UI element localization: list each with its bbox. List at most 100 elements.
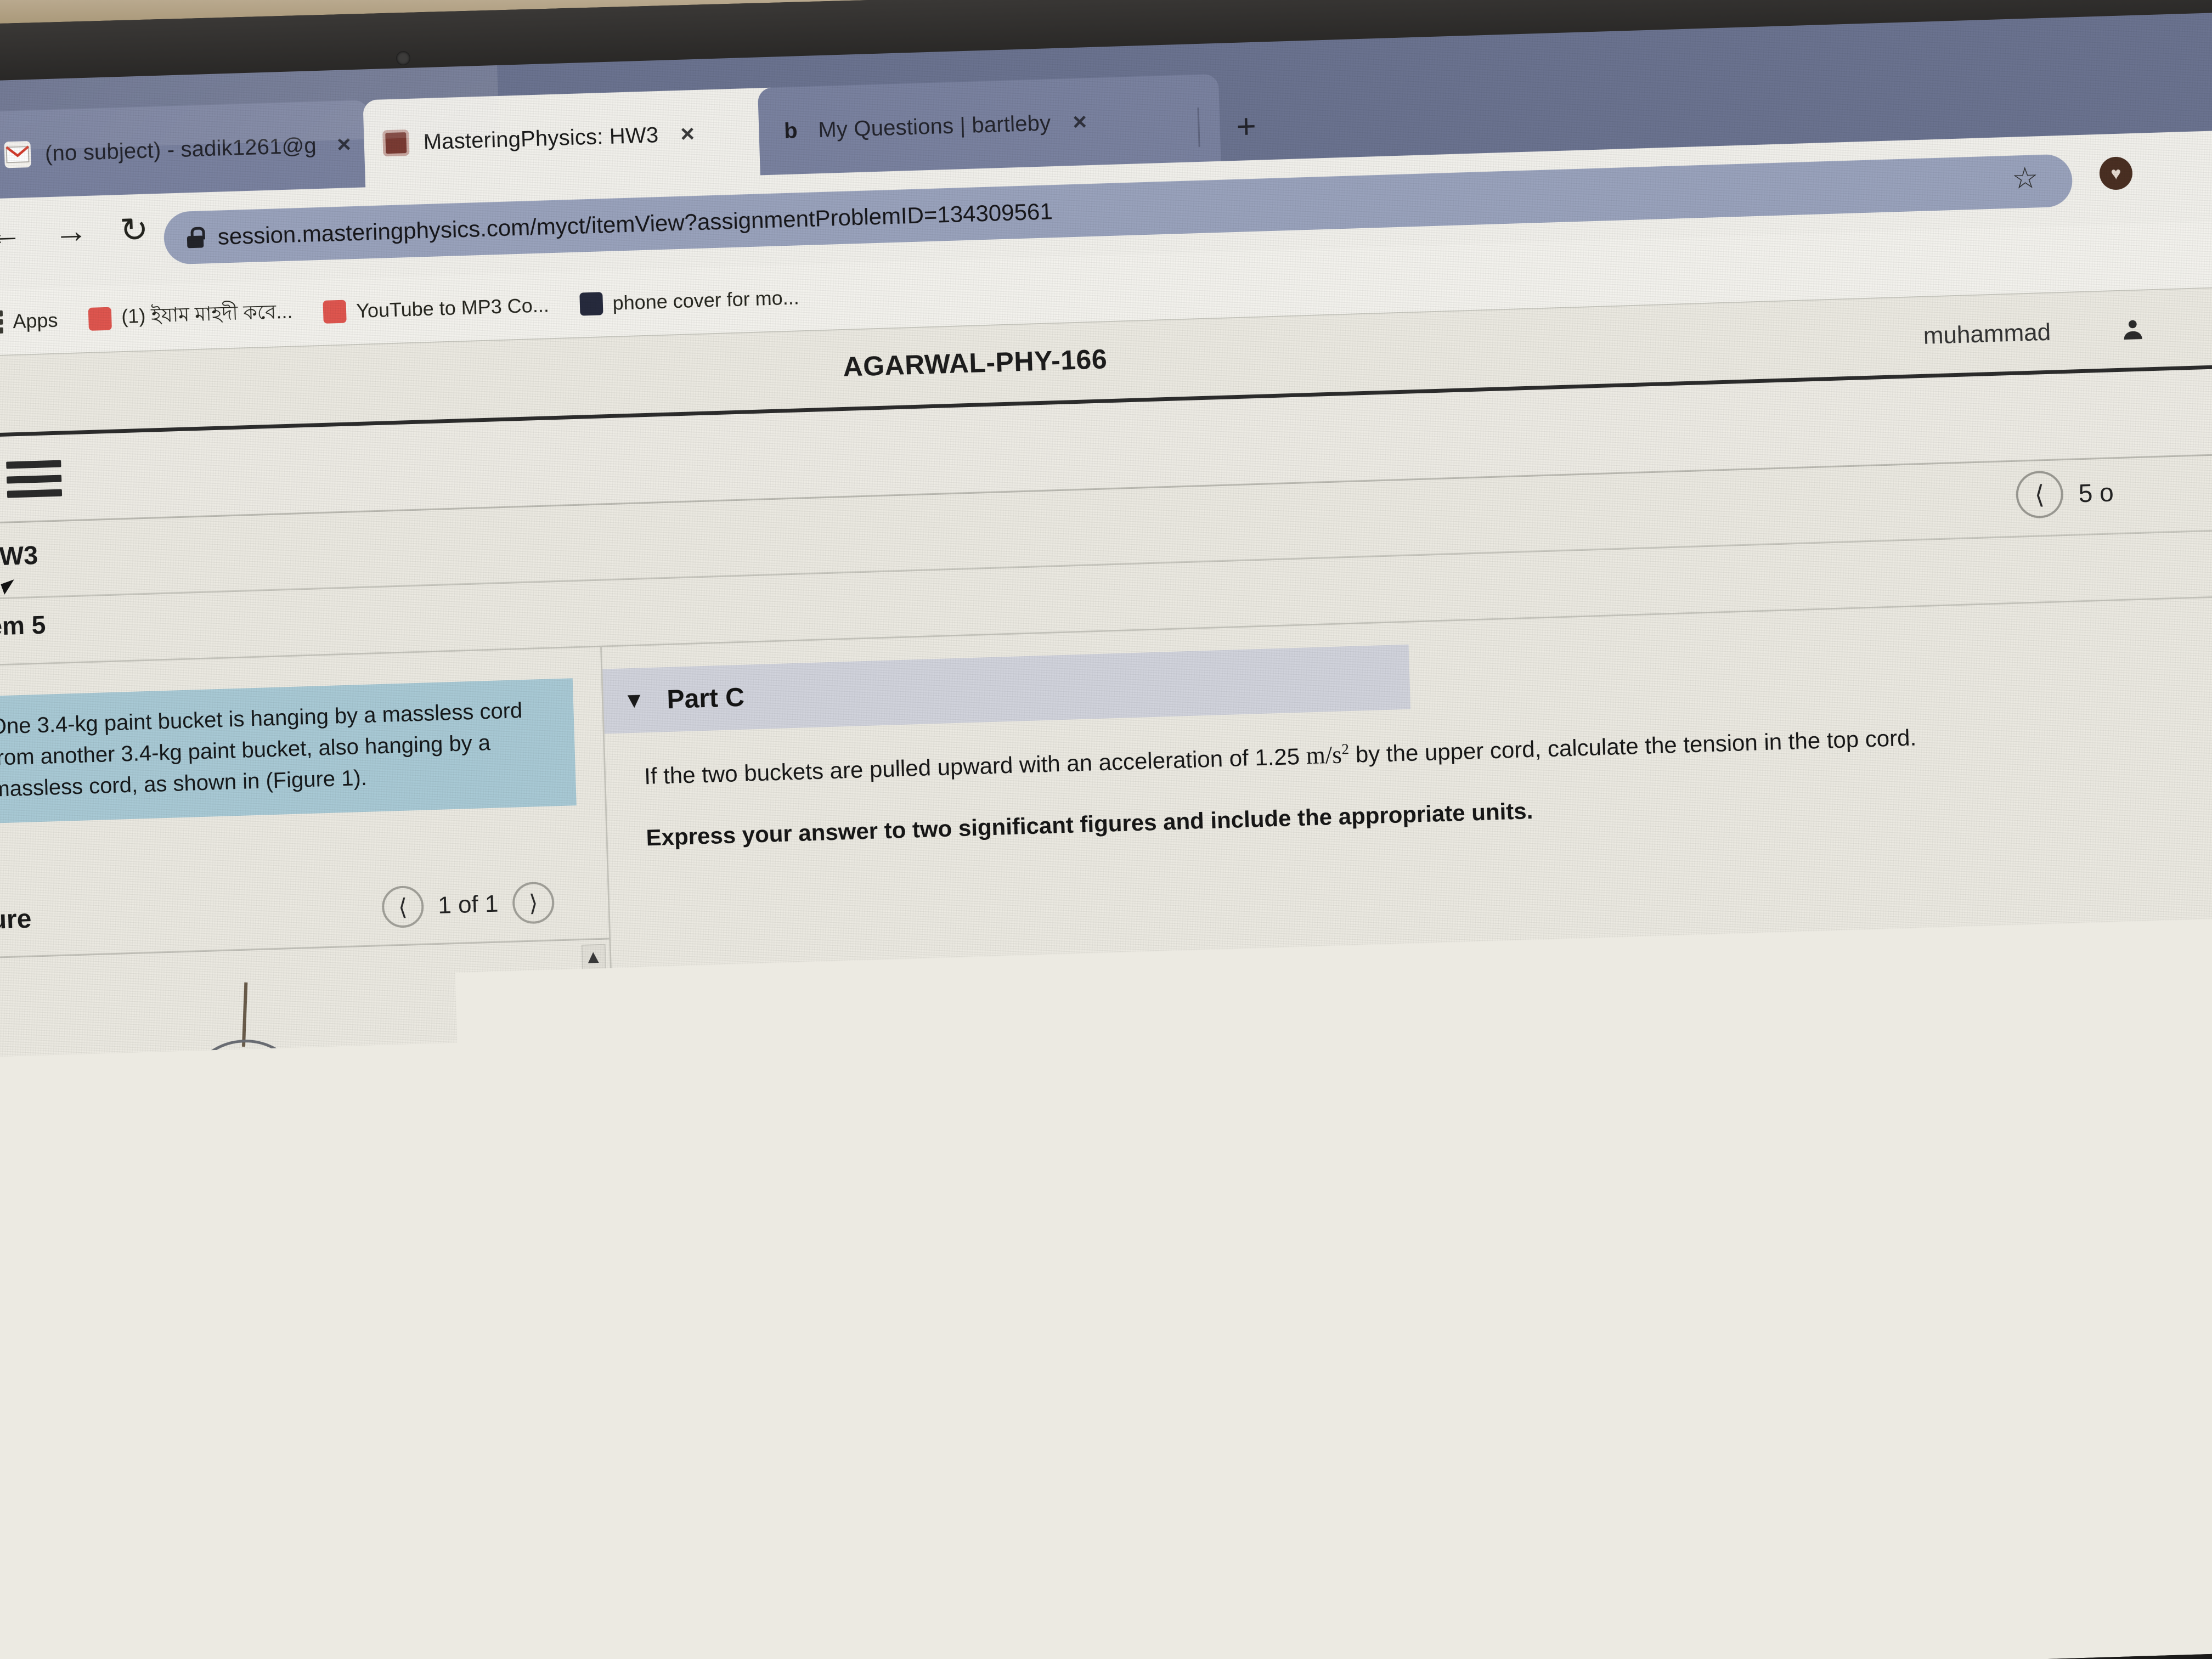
back-icon[interactable]: ← xyxy=(0,213,23,253)
units-input[interactable]: Units xyxy=(1164,1119,1468,1189)
answer-equals: = xyxy=(838,1152,855,1185)
figure-navigation: ⟨ 1 of 1 ⟩ xyxy=(381,882,555,929)
user-icon[interactable] xyxy=(2120,315,2145,342)
chrome-browser-window: (no subject) - sadik1261@gmail.c × Maste… xyxy=(0,10,2212,1612)
scroll-up-icon[interactable]: ▲ xyxy=(584,946,603,968)
browser-tab-masteringphysics[interactable]: MasteringPhysics: HW3 × xyxy=(363,86,826,188)
part-c-title: Part C xyxy=(667,682,745,714)
answer-symbol: F xyxy=(797,1153,814,1186)
close-icon[interactable]: × xyxy=(680,120,695,148)
avatar[interactable]: ♥ xyxy=(2099,156,2133,190)
answer-subscript: T1 xyxy=(813,1159,832,1178)
hamburger-menu-icon[interactable] xyxy=(6,460,62,498)
part-c-header[interactable]: ▼ Part C xyxy=(602,645,1410,734)
bookmark-youtube-mp3[interactable]: YouTube to MP3 Co... xyxy=(323,294,550,324)
scroll-down-icon[interactable]: ▼ xyxy=(597,1373,616,1395)
units-placeholder: Units xyxy=(1182,1137,1252,1176)
figure-label: Figure xyxy=(0,904,32,936)
apps-grid-icon xyxy=(0,311,3,334)
question-pre: If the two buckets are pulled upward wit… xyxy=(644,743,1307,789)
template-grid-icon[interactable] xyxy=(835,1043,896,1106)
figure-next-button[interactable]: ⟩ xyxy=(512,882,555,924)
chevron-up-icon[interactable]: ⱏ xyxy=(751,1552,761,1573)
figure-prev-button[interactable]: ⟨ xyxy=(381,885,424,928)
prev-item-button[interactable]: ⟨ xyxy=(2015,470,2064,519)
bookmark-bangla-video[interactable]: (1) ইযাম মাহদী কবে... xyxy=(88,297,293,336)
masteringphysics-page: AGARWAL-PHY-166 muhammad ⟨HW3 ⟨ 5 o xyxy=(0,286,2212,1553)
browser-tab-gmail[interactable]: (no subject) - sadik1261@gmail.c × xyxy=(0,100,371,199)
question-math-exponent: 2 xyxy=(1341,741,1349,757)
search-icon xyxy=(12,1656,38,1659)
browser-tab-title: My Questions | bartleby xyxy=(818,111,1051,143)
breadcrumb[interactable]: ⟨HW3 xyxy=(0,540,38,573)
show-hidden-icons-chevron[interactable]: ⱏ xyxy=(2172,1590,2184,1616)
shop-icon xyxy=(579,292,603,315)
problem-statement-text: One 3.4-kg paint bucket is hanging by a … xyxy=(0,694,560,805)
bookmark-label: (1) ইযাম মাহদী কবে... xyxy=(121,297,293,335)
download-item[interactable]: IMG-0090.jpg ⱏ xyxy=(519,1530,788,1602)
submit-button[interactable]: Submit xyxy=(776,1239,916,1301)
cortana-icon[interactable] xyxy=(562,1598,642,1659)
pdf-reader-icon[interactable]: G xyxy=(716,1593,796,1659)
item-navigation: ⟨ 5 o xyxy=(2015,469,2114,518)
figure-area: ▲ ▼ xyxy=(0,939,625,1436)
part-c-answer-box: μÅ ↶ ↷ ↺ ⌨ ? F T1 = Value Units xyxy=(772,991,1585,1222)
chevron-down-icon[interactable]: ▼ xyxy=(623,688,645,713)
user-name-label[interactable]: muhammad xyxy=(1923,319,2051,350)
equation-toolbar: μÅ ↶ ↷ ↺ ⌨ ? xyxy=(816,1011,1504,1120)
image-file-icon xyxy=(1079,1537,1103,1568)
forward-icon[interactable]: → xyxy=(53,211,88,251)
browser-tab-title: (no subject) - sadik1261@gmail.c xyxy=(44,133,315,166)
download-item[interactable]: IMG-0092.jpg ⱏ xyxy=(252,1538,521,1611)
download-filename: IMG-0087.jpg xyxy=(1114,1536,1241,1564)
download-filename: IMG-0092.jpg xyxy=(313,1561,439,1588)
file-explorer-icon[interactable] xyxy=(870,1588,950,1659)
task-view-icon[interactable] xyxy=(639,1595,719,1659)
image-file-icon xyxy=(545,1553,569,1584)
keyboard-icon[interactable]: ⌨ xyxy=(1155,1050,1200,1080)
undo-icon[interactable]: ↶ xyxy=(1002,1051,1030,1088)
request-answer-link[interactable]: Request Answer xyxy=(949,1247,1138,1280)
youtube-icon xyxy=(88,307,112,331)
download-item[interactable]: IMG-0093.jpg ⱏ xyxy=(0,1546,253,1619)
close-icon[interactable]: × xyxy=(336,131,351,159)
chevron-up-icon[interactable]: ⱏ xyxy=(1018,1544,1028,1565)
reload-icon[interactable]: ↻ xyxy=(119,210,149,251)
problem-statement-box: One 3.4-kg paint bucket is hanging by a … xyxy=(0,678,577,824)
question-post: by the upper cord, calculate the tension… xyxy=(1349,725,1917,768)
photos-icon[interactable] xyxy=(1023,1584,1103,1659)
gmail-icon xyxy=(4,141,31,168)
browser-tab-bartleby[interactable]: b My Questions | bartleby × xyxy=(758,74,1221,176)
bookmark-label: YouTube to MP3 Co... xyxy=(356,294,550,323)
answer-symbol-label: F T1 = xyxy=(797,1137,870,1200)
bookmark-phone-cover[interactable]: phone cover for mo... xyxy=(579,286,799,315)
youtube-icon xyxy=(323,300,347,324)
image-file-icon xyxy=(278,1561,302,1593)
item-counter: 5 o xyxy=(2078,477,2114,508)
chrome-icon[interactable] xyxy=(793,1591,873,1659)
value-input[interactable]: Value xyxy=(868,1128,1166,1198)
image-file-icon xyxy=(10,1570,35,1601)
item-body: One 3.4-kg paint bucket is hanging by a … xyxy=(0,595,2212,1561)
chevron-up-icon[interactable]: ⱏ xyxy=(217,1568,227,1590)
bookmark-apps[interactable]: Apps xyxy=(0,309,58,334)
answer-row: F T1 = Value Units xyxy=(797,1119,1468,1200)
laptop-screen: (no subject) - sadik1261@gmail.c × Maste… xyxy=(0,10,2212,1612)
chevron-up-icon[interactable]: ⱏ xyxy=(1285,1536,1295,1557)
address-bar-url: session.masteringphysics.com/myct/itemVi… xyxy=(217,198,1053,250)
download-filename: IMG-0089.jpg xyxy=(847,1544,974,1572)
new-tab-button[interactable]: + xyxy=(1236,107,1257,146)
help-icon[interactable]: ? xyxy=(1223,1045,1242,1082)
image-file-icon xyxy=(812,1545,836,1576)
answer-pane: ▼ Part C If the two buckets are pulled u… xyxy=(602,595,2212,1541)
bookmark-star-icon[interactable]: ☆ xyxy=(2011,160,2039,195)
reset-icon[interactable]: ↺ xyxy=(1104,1048,1132,1086)
chevron-up-icon[interactable]: ⱏ xyxy=(484,1560,494,1582)
micro-angstrom-units-icon[interactable]: μÅ xyxy=(918,1040,979,1103)
redo-icon[interactable]: ↷ xyxy=(1053,1049,1081,1087)
system-tray: ⱏ xyxy=(2172,1584,2212,1617)
close-icon[interactable]: × xyxy=(1072,108,1087,136)
download-item[interactable]: IMG-0089.jpg ⱏ xyxy=(786,1521,1056,1594)
mail-icon[interactable] xyxy=(946,1586,1026,1659)
download-item[interactable]: IMG-0087.jpg ⱏ xyxy=(1053,1513,1323,1586)
